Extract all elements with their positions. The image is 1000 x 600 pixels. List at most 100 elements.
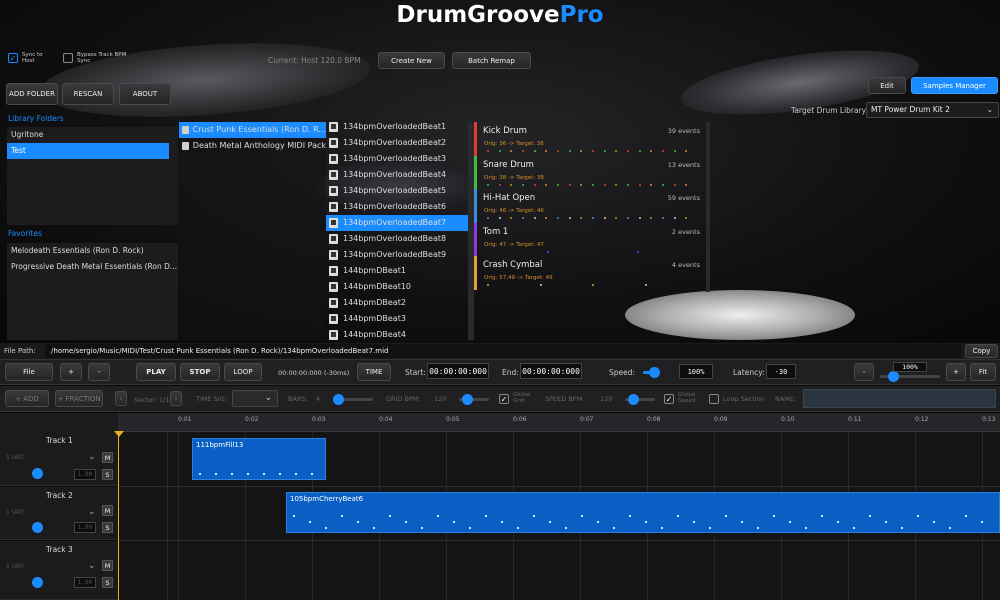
solo-button[interactable]: S (102, 522, 113, 533)
track-header[interactable]: Track 2 1 (All) ⌄ M 1.00 S (0, 487, 118, 540)
speed-bpm-slider[interactable] (625, 394, 655, 405)
drum-row-tom1[interactable]: Tom 12 events Orig: 47 -> Target: 47 (474, 223, 706, 257)
grid-bpm-slider[interactable] (459, 394, 489, 405)
loop-button[interactable]: LOOP (224, 363, 262, 381)
favorite-item[interactable]: Melodeath Essentials (Ron D. Rock) (7, 243, 178, 259)
pan-knob[interactable] (32, 577, 43, 588)
playhead[interactable] (118, 432, 119, 600)
track-header[interactable]: Track 1 1 (All) ⌄ M 1.00 S (0, 432, 118, 486)
track-volume[interactable]: 1.00 (74, 522, 96, 533)
midi-file-item[interactable]: 144bpmDBeat10 (326, 279, 468, 295)
stop-button[interactable]: STOP (180, 363, 220, 381)
grid-bpm-label: GRID BPM: (386, 395, 421, 403)
track-channel[interactable]: 1 (All) (6, 563, 24, 570)
sync-host-checkbox[interactable]: ✓ (8, 53, 18, 63)
mute-button[interactable]: M (102, 560, 113, 571)
speed-bpm-slider-knob[interactable] (628, 394, 639, 405)
track-volume[interactable]: 1.00 (74, 577, 96, 588)
track-channel[interactable]: 1 (All) (6, 454, 24, 461)
drum-row-snare[interactable]: Snare Drum 13 events Orig: 38 -> Target: 3… (474, 156, 706, 190)
midi-file-item[interactable]: 144bpmDBeat3 (326, 311, 468, 327)
midi-clip[interactable]: 105bpmCherryBeat6 (286, 492, 1000, 533)
folder-item-selected[interactable]: Test (7, 143, 169, 159)
folder-item[interactable]: Ugritone (7, 127, 178, 143)
timeline-ruler[interactable]: 0:01 0:02 0:03 0:04 0:05 0:06 0:07 0:08 … (118, 413, 1000, 432)
drum-row-crash[interactable]: Crash Cymbal 4 events Orig: 57,49 -> Targe… (474, 256, 706, 290)
global-speed-checkbox[interactable]: ✓ (664, 394, 674, 404)
note-tick (773, 515, 775, 518)
zoom-slider[interactable] (880, 371, 940, 382)
mute-button[interactable]: M (102, 452, 113, 463)
speed-field[interactable]: 100% (679, 364, 713, 379)
sector-next-button[interactable]: › (170, 391, 182, 406)
playhead-marker-icon[interactable] (114, 431, 124, 437)
speed-slider[interactable] (643, 367, 660, 378)
loop-section-checkbox[interactable] (709, 394, 719, 404)
start-time-field[interactable]: 00:00:00:000 (427, 363, 489, 379)
midi-file-item[interactable]: 134bpmOverloadedBeat8 (326, 231, 468, 247)
speed-slider-knob[interactable] (649, 367, 660, 378)
snare-head-art (625, 290, 855, 340)
midi-file-item[interactable]: 134bpmOverloadedBeat3 (326, 151, 468, 167)
copy-button[interactable]: Copy (965, 344, 998, 358)
global-grid-checkbox[interactable]: ✓ (499, 394, 509, 404)
track-volume[interactable]: 1.00 (74, 469, 96, 480)
favorite-item[interactable]: Progressive Death Metal Essentials (Ron … (7, 259, 178, 275)
track-header[interactable]: Track 3 1 (All) ⌄ M 1.00 S (0, 541, 118, 600)
name-input[interactable] (803, 389, 996, 408)
mute-button[interactable]: M (102, 505, 113, 516)
play-button[interactable]: PLAY (136, 363, 176, 381)
midi-file-item[interactable]: 144bpmDBeat4 (326, 327, 468, 340)
batch-remap-button[interactable]: Batch Remap (452, 52, 531, 69)
track-channel[interactable]: 1 (All) (6, 509, 24, 516)
rescan-button[interactable]: RESCAN (62, 83, 114, 105)
bars-slider-knob[interactable] (333, 394, 344, 405)
zoom-slider-knob[interactable] (888, 371, 899, 382)
grid-bpm-slider-knob[interactable] (462, 394, 473, 405)
fit-button[interactable]: Fit (970, 363, 996, 381)
file-path-field[interactable]: /home/sergio/Music/MIDI/Test/Crust Punk … (45, 344, 961, 358)
pan-knob[interactable] (32, 468, 43, 479)
pack-item-selected[interactable]: Crust Punk Essentials (Ron D. R... (179, 122, 326, 138)
midi-file-item[interactable]: 134bpmOverloadedBeat9 (326, 247, 468, 263)
bypass-bpm-checkbox[interactable] (63, 53, 73, 63)
remove-track-button[interactable]: - (88, 363, 110, 381)
samples-manager-button[interactable]: Samples Manager (911, 77, 998, 94)
midi-file-item[interactable]: 134bpmOverloadedBeat6 (326, 199, 468, 215)
drum-row-hihat[interactable]: Hi-Hat Open 59 events Orig: 46 -> Target: … (474, 189, 706, 223)
create-new-button[interactable]: Create New (378, 52, 445, 69)
time-button[interactable]: TIME (357, 363, 391, 381)
fraction-button[interactable]: + FRACTION (55, 390, 103, 407)
zoom-field[interactable]: 100% (893, 362, 927, 372)
midi-file-item[interactable]: 144bpmDBeat1 (326, 263, 468, 279)
time-sig-select[interactable]: ⌄ (232, 390, 278, 407)
zoom-in-button[interactable]: + (946, 363, 966, 381)
midi-file-item-selected[interactable]: 134bpmOverloadedBeat7 (326, 215, 468, 231)
edit-button[interactable]: Edit (868, 77, 906, 94)
latency-field[interactable]: -30 (766, 364, 796, 379)
add-clip-button[interactable]: + ADD (5, 390, 49, 407)
midi-file-item[interactable]: 134bpmOverloadedBeat5 (326, 183, 468, 199)
target-library-select[interactable]: MT Power Drum Kit 2 ⌄ (866, 102, 999, 118)
midi-file-item[interactable]: 134bpmOverloadedBeat4 (326, 167, 468, 183)
midi-file-item[interactable]: 134bpmOverloadedBeat2 (326, 135, 468, 151)
end-time-field[interactable]: 00:00:00:000 (520, 363, 582, 379)
midi-file-item[interactable]: 134bpmOverloadedBeat1 (326, 119, 468, 135)
bars-slider[interactable] (333, 394, 373, 405)
pack-item[interactable]: Death Metal Anthology MIDI Pack (179, 138, 326, 154)
add-track-button[interactable]: + (60, 363, 82, 381)
drum-list-scrollbar[interactable] (706, 122, 710, 292)
midi-clip[interactable]: 111bpmFill13 (192, 438, 326, 480)
file-menu-button[interactable]: File (5, 363, 53, 381)
solo-button[interactable]: S (102, 577, 113, 588)
about-button[interactable]: ABOUT (119, 83, 171, 105)
drum-row-kick[interactable]: Kick Drum 39 events Orig: 36 -> Target: 36 (474, 122, 706, 156)
add-folder-button[interactable]: ADD FOLDER (6, 83, 58, 105)
event-dot (580, 217, 583, 219)
midi-file-item[interactable]: 144bpmDBeat2 (326, 295, 468, 311)
zoom-out-button[interactable]: - (854, 363, 874, 381)
pan-knob[interactable] (32, 522, 43, 533)
sector-prev-button[interactable]: ‹ (115, 391, 127, 406)
event-dot (592, 184, 594, 186)
solo-button[interactable]: S (102, 469, 113, 480)
